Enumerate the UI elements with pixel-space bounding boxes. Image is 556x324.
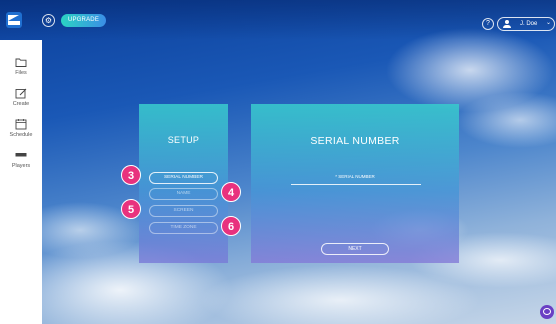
chat-button[interactable] (540, 305, 554, 319)
step-badge-3: 3 (121, 165, 141, 185)
step-screen-button[interactable]: SCREEN (149, 205, 218, 217)
top-bar: ⚙ UPGRADE ? J. Doe ⌄ (0, 0, 556, 40)
calendar-icon (15, 119, 27, 130)
chevron-down-icon: ⌄ (546, 20, 552, 26)
setup-title: SETUP (167, 135, 200, 145)
step-badge-4: 4 (221, 182, 241, 202)
app-logo-icon[interactable] (6, 12, 22, 28)
step-badge-6: 6 (221, 216, 241, 236)
serial-number-field-label: * SERIAL NUMBER (335, 174, 375, 179)
sidebar-item-schedule[interactable]: Schedule (0, 118, 42, 144)
sidebar-item-label: Schedule (9, 132, 33, 138)
serial-number-panel: SERIAL NUMBER * SERIAL NUMBER NEXT (251, 104, 459, 263)
edit-icon (15, 88, 27, 99)
step-serial-number-button[interactable]: SERIAL NUMBER (149, 172, 218, 184)
sidebar: Files Create Schedule Players (0, 40, 42, 324)
user-name: J. Doe (520, 21, 538, 27)
sidebar-item-create[interactable]: Create (0, 87, 42, 113)
user-menu-button[interactable]: J. Doe ⌄ (497, 17, 555, 31)
setup-panel: SETUP SERIAL NUMBER NAME SCREEN TIME ZON… (139, 104, 228, 263)
upgrade-button[interactable]: UPGRADE (61, 14, 106, 27)
sidebar-item-label: Players (11, 163, 31, 169)
serial-number-input[interactable] (291, 181, 421, 185)
step-badge-5: 5 (121, 199, 141, 219)
sidebar-item-players[interactable]: Players (0, 149, 42, 175)
help-button[interactable]: ? (482, 18, 494, 30)
step-name-button[interactable]: NAME (149, 188, 218, 200)
next-button[interactable]: NEXT (321, 243, 389, 255)
sidebar-item-label: Files (15, 70, 27, 76)
user-icon (503, 20, 511, 28)
sidebar-item-label: Create (12, 101, 30, 107)
sidebar-item-files[interactable]: Files (0, 56, 42, 82)
player-icon (15, 153, 27, 157)
chat-bubble-icon (543, 308, 551, 315)
serial-number-title: SERIAL NUMBER (310, 135, 400, 147)
settings-gear-icon[interactable]: ⚙ (42, 14, 55, 27)
step-time-zone-button[interactable]: TIME ZONE (149, 222, 218, 234)
folder-icon (15, 58, 27, 67)
